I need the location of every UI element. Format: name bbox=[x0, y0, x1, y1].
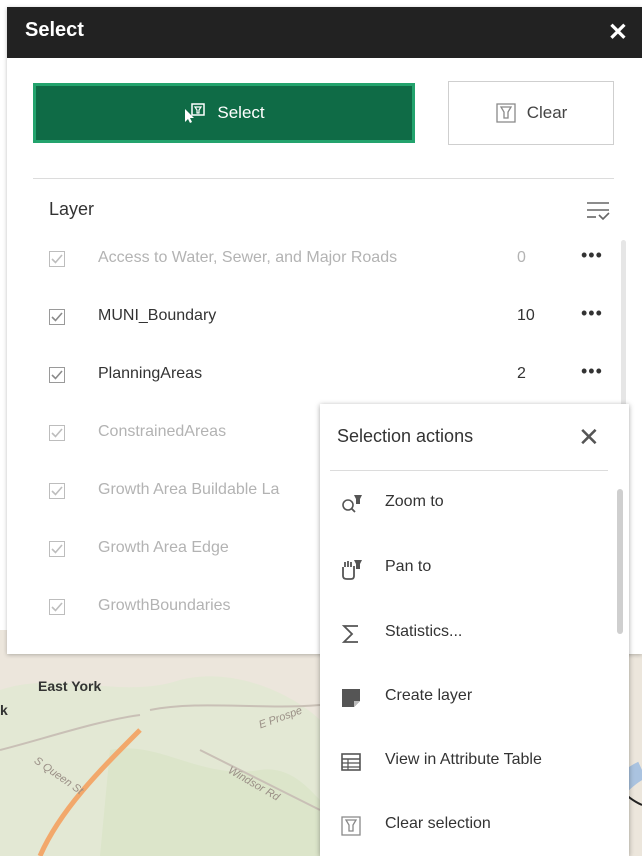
layer-name: MUNI_Boundary bbox=[98, 307, 217, 324]
layer-checkbox[interactable] bbox=[49, 367, 65, 383]
action-clear-selection[interactable]: Clear selection bbox=[320, 801, 610, 849]
close-icon[interactable]: ✕ bbox=[608, 18, 628, 47]
clear-button[interactable]: Clear bbox=[448, 81, 614, 145]
select-button-label: Select bbox=[217, 103, 265, 122]
action-label: Clear selection bbox=[385, 815, 491, 832]
sigma-icon bbox=[340, 623, 362, 645]
action-zoom-to[interactable]: Zoom to bbox=[320, 479, 610, 527]
popup-scrollbar[interactable] bbox=[617, 489, 623, 634]
layer-checkbox[interactable] bbox=[49, 425, 65, 441]
layer-checkbox[interactable] bbox=[49, 251, 65, 267]
select-button[interactable]: Select bbox=[33, 83, 415, 143]
selection-actions-popup: Selection actions ✕ Zoom to Pan to Stati… bbox=[320, 404, 629, 856]
layer-row[interactable]: Access to Water, Sewer, and Major Roads 0… bbox=[33, 243, 603, 283]
action-label: Zoom to bbox=[385, 493, 444, 510]
layer-checkbox[interactable] bbox=[49, 599, 65, 615]
layer-name: ConstrainedAreas bbox=[98, 423, 227, 440]
divider bbox=[330, 470, 608, 471]
create-layer-icon bbox=[340, 687, 362, 709]
table-icon bbox=[340, 751, 362, 773]
action-label: Statistics... bbox=[385, 623, 463, 640]
layer-column-header: Layer bbox=[49, 199, 95, 219]
panel-title: Select bbox=[25, 19, 84, 41]
layer-checkbox[interactable] bbox=[49, 309, 65, 325]
action-create-layer[interactable]: Create layer bbox=[320, 673, 610, 721]
pan-to-icon bbox=[340, 558, 362, 580]
divider bbox=[33, 178, 614, 179]
close-icon[interactable]: ✕ bbox=[578, 422, 600, 453]
clear-selection-icon bbox=[495, 102, 517, 124]
layer-selected-count: 0 bbox=[517, 249, 526, 266]
layer-name: Growth Area Edge bbox=[98, 539, 229, 556]
layer-name: PlanningAreas bbox=[98, 365, 203, 382]
layer-checkbox[interactable] bbox=[49, 541, 65, 557]
layer-row[interactable]: MUNI_Boundary 10 ••• bbox=[33, 301, 603, 341]
layer-checkbox[interactable] bbox=[49, 483, 65, 499]
action-label: View in Attribute Table bbox=[385, 751, 542, 768]
action-view-attribute-table[interactable]: View in Attribute Table bbox=[320, 737, 610, 785]
more-options-icon[interactable]: ••• bbox=[581, 361, 603, 382]
layer-selected-count: 10 bbox=[517, 307, 535, 324]
clear-button-label: Clear bbox=[526, 103, 568, 122]
layer-name: Access to Water, Sewer, and Major Roads bbox=[98, 249, 398, 266]
action-pan-to[interactable]: Pan to bbox=[320, 544, 610, 592]
layer-name: Growth Area Buildable La bbox=[98, 481, 280, 498]
select-cursor-icon bbox=[183, 102, 207, 124]
zoom-to-icon bbox=[340, 493, 362, 515]
layer-name: GrowthBoundaries bbox=[98, 597, 231, 614]
layer-row[interactable]: PlanningAreas 2 ••• bbox=[33, 359, 603, 399]
filter-options-icon[interactable] bbox=[585, 200, 611, 227]
more-options-icon[interactable]: ••• bbox=[581, 245, 603, 266]
more-options-icon[interactable]: ••• bbox=[581, 303, 603, 324]
popup-title: Selection actions bbox=[337, 426, 474, 446]
clear-selection-icon bbox=[340, 815, 362, 837]
map-place-label-partial: k bbox=[0, 702, 8, 718]
map-place-label: East York bbox=[38, 678, 102, 694]
panel-titlebar: Select ✕ bbox=[7, 7, 642, 58]
layer-selected-count: 2 bbox=[517, 365, 526, 382]
action-statistics[interactable]: Statistics... bbox=[320, 609, 610, 657]
action-label: Create layer bbox=[385, 687, 473, 704]
action-label: Pan to bbox=[385, 558, 432, 575]
